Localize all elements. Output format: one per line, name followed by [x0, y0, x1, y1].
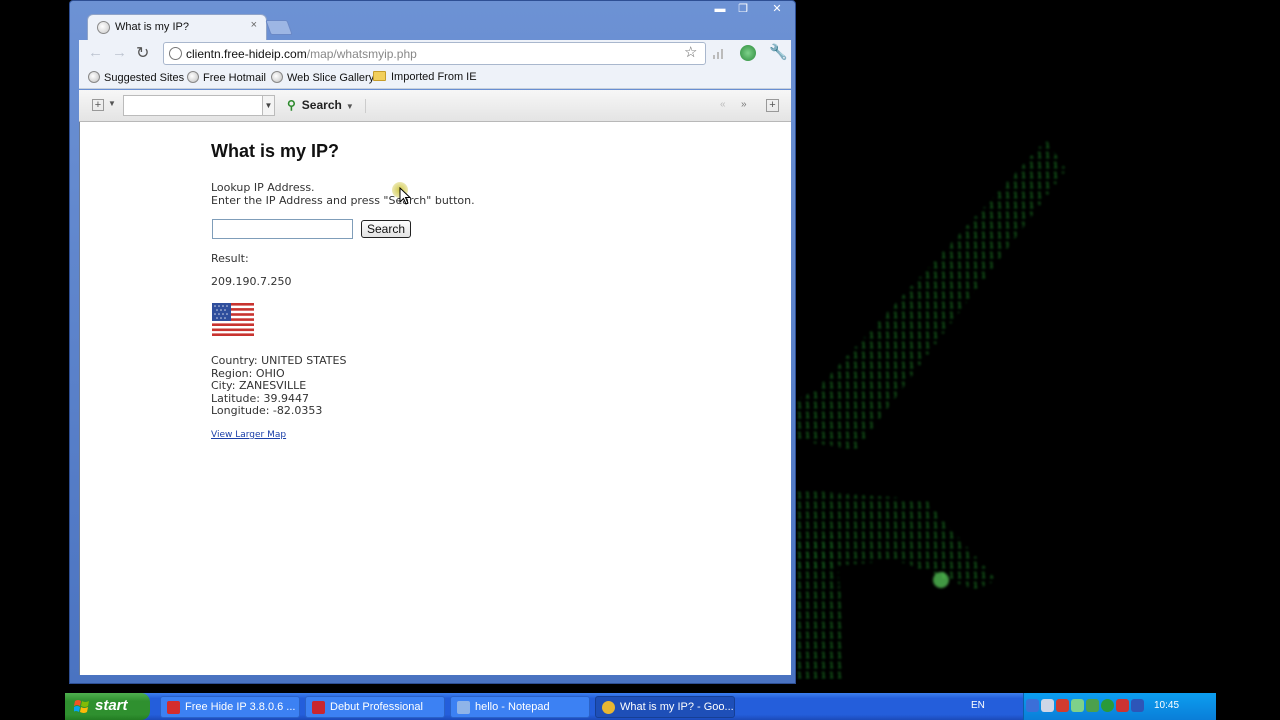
- bookmark-label: Free Hotmail: [203, 72, 266, 84]
- minimize-button[interactable]: ▬: [710, 3, 730, 17]
- new-tab-button[interactable]: [265, 20, 293, 35]
- toolbar-search-button[interactable]: ⚲ Search ▼: [287, 98, 354, 112]
- task-label: Debut Professional: [330, 701, 423, 713]
- scroll-right-button[interactable]: »: [741, 99, 747, 110]
- result-label: Result:: [211, 252, 249, 265]
- url-host: clientn.free-hideip.com: [186, 47, 307, 61]
- title-bar: What is my IP? × ▬ ❐ ✕: [70, 1, 795, 40]
- bookmark-label: Web Slice Gallery: [287, 72, 375, 84]
- system-tray: 10:45: [1023, 693, 1216, 720]
- globe-icon: [97, 21, 110, 34]
- description-line-1: Lookup IP Address.: [211, 181, 315, 194]
- task-free-hide-ip[interactable]: Free Hide IP 3.8.0.6 ...: [160, 696, 300, 718]
- mouse-cursor-icon: [399, 187, 411, 205]
- toolbar-search-input[interactable]: [123, 95, 263, 116]
- task-debut-professional[interactable]: Debut Professional: [305, 696, 445, 718]
- bookmark-imported-from-ie[interactable]: Imported From IE: [373, 71, 477, 83]
- search-button[interactable]: Search: [361, 220, 411, 238]
- task-chrome-what-is-my-ip[interactable]: What is my IP? - Goo...: [595, 696, 735, 718]
- bookmarks-bar: Suggested Sites Free Hotmail Web Slice G…: [79, 67, 791, 89]
- bookmark-label: Suggested Sites: [104, 72, 185, 84]
- clock[interactable]: 10:45: [1154, 700, 1179, 711]
- toolbar-search-label: Search: [301, 98, 342, 112]
- search-icon: ⚲: [287, 98, 296, 112]
- tray-app-icon[interactable]: [1131, 699, 1144, 712]
- tab-what-is-my-ip[interactable]: What is my IP? ×: [87, 14, 267, 40]
- browser-window: What is my IP? × ▬ ❐ ✕ ← → ↻ clientn.fre…: [69, 0, 796, 684]
- globe-icon: [271, 71, 283, 83]
- url-path: /map/whatsmyip.php: [306, 47, 417, 61]
- debut-icon: [312, 701, 325, 714]
- ip-address-input[interactable]: [212, 219, 353, 239]
- start-button[interactable]: start: [65, 693, 150, 720]
- tray-app-icon[interactable]: [1086, 699, 1099, 712]
- taskbar: start Free Hide IP 3.8.0.6 ... Debut Pro…: [65, 693, 1216, 720]
- tray-app-icon[interactable]: [1041, 699, 1054, 712]
- start-label: start: [95, 697, 128, 714]
- windows-logo-icon: [74, 700, 89, 713]
- notepad-icon: [457, 701, 470, 714]
- scroll-left-button[interactable]: «: [720, 99, 726, 110]
- chrome-icon: [602, 701, 615, 714]
- task-label: Free Hide IP 3.8.0.6 ...: [185, 701, 296, 713]
- ip-address-value: 209.190.7.250: [211, 275, 292, 288]
- maximize-button[interactable]: ❐: [733, 3, 753, 17]
- free-hide-ip-icon: [167, 701, 180, 714]
- task-label: hello - Notepad: [475, 701, 550, 713]
- toolbar-add-button[interactable]: +: [766, 99, 779, 112]
- bookmark-star-icon[interactable]: ☆: [684, 43, 697, 61]
- tray-back-icon[interactable]: [1026, 699, 1039, 712]
- page-info-icon[interactable]: [169, 47, 182, 60]
- bookmark-label: Imported From IE: [391, 71, 477, 83]
- page-title: What is my IP?: [211, 141, 340, 161]
- tray-app-icon[interactable]: [1071, 699, 1084, 712]
- tray-app-icon[interactable]: [1116, 699, 1129, 712]
- longitude-text: Longitude: -82.0353: [211, 404, 323, 417]
- language-indicator[interactable]: EN: [971, 700, 985, 711]
- signal-bars-icon[interactable]: [712, 46, 726, 59]
- description-line-2: Enter the IP Address and press "Search" …: [211, 194, 475, 207]
- back-button[interactable]: ←: [88, 44, 103, 61]
- wrench-icon[interactable]: 🔧: [769, 43, 788, 61]
- matrix-wallpaper: 1: [796, 140, 1066, 680]
- tab-title: What is my IP?: [115, 21, 189, 33]
- add-icon[interactable]: +: [92, 99, 104, 111]
- bookmark-web-slice-gallery[interactable]: Web Slice Gallery: [271, 71, 374, 84]
- view-larger-map-link[interactable]: View Larger Map: [211, 430, 286, 440]
- browser-toolbar: ← → ↻ clientn.free-hideip.com/map/whatsm…: [79, 40, 791, 67]
- task-notepad[interactable]: hello - Notepad: [450, 696, 590, 718]
- folder-icon: [373, 71, 386, 81]
- desktop: 1 What is my IP? × ▬ ❐ ✕ ← → ↻: [0, 0, 1280, 720]
- reload-button[interactable]: ↻: [136, 43, 149, 63]
- tray-app-icon[interactable]: [1056, 699, 1069, 712]
- address-bar[interactable]: clientn.free-hideip.com/map/whatsmyip.ph…: [163, 42, 706, 65]
- globe-icon: [187, 71, 199, 83]
- toolbar-search-dropdown[interactable]: ▼: [263, 95, 275, 116]
- close-button[interactable]: ✕: [763, 3, 791, 17]
- search-toolbar: + ▼ ▼ ⚲ Search ▼ « » +: [79, 90, 791, 122]
- chevron-down-icon[interactable]: ▼: [108, 99, 116, 108]
- tab-close-icon[interactable]: ×: [251, 19, 257, 31]
- forward-button[interactable]: →: [112, 44, 127, 61]
- us-flag-icon: [212, 303, 254, 336]
- chevron-down-icon: ▼: [345, 102, 354, 111]
- globe-icon: [88, 71, 100, 83]
- extension-icon[interactable]: [740, 45, 756, 61]
- page-content: What is my IP? Lookup IP Address. Enter …: [79, 122, 791, 675]
- city-text: City: ZANESVILLE: [211, 379, 307, 392]
- bookmark-suggested-sites[interactable]: Suggested Sites: [88, 71, 184, 84]
- toolbar-separator: [365, 99, 366, 113]
- country-text: Country: UNITED STATES: [211, 354, 347, 367]
- bookmark-free-hotmail[interactable]: Free Hotmail: [187, 71, 266, 84]
- tray-app-icon[interactable]: [1101, 699, 1114, 712]
- task-label: What is my IP? - Goo...: [620, 701, 734, 713]
